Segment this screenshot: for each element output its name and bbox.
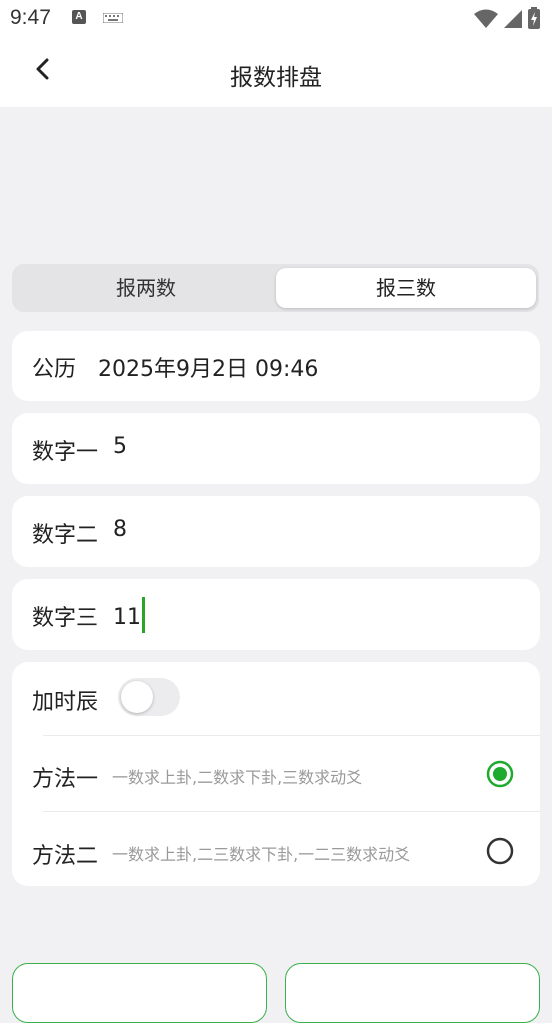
tab-three-numbers[interactable]: 报三数	[276, 268, 536, 308]
number-two-input[interactable]: 8	[113, 517, 127, 542]
options-card: 加时辰 方法一 一数求上卦,二数求下卦,三数求动爻 方法二 一数求上卦,二三数求…	[12, 662, 540, 886]
mode-segmented-control: 报两数 报三数	[12, 264, 539, 312]
status-bar: 9:47 A	[0, 0, 552, 38]
tab-two-numbers[interactable]: 报两数	[16, 268, 276, 308]
method-one-label: 方法一	[32, 767, 99, 792]
bottom-left-button[interactable]	[12, 963, 267, 1023]
method-one-description: 一数求上卦,二数求下卦,三数求动爻	[112, 768, 363, 787]
number-three-input[interactable]: 11	[113, 605, 141, 630]
calendar-card[interactable]: 公历 2025年9月2日 09:46	[12, 331, 540, 401]
status-right-icons	[473, 7, 540, 33]
add-hour-toggle[interactable]	[118, 678, 180, 716]
battery-icon	[528, 7, 540, 29]
number-one-input[interactable]: 5	[113, 434, 127, 459]
status-time: 9:47	[10, 6, 51, 29]
wifi-icon	[473, 9, 498, 28]
number-one-card[interactable]: 数字一 5	[12, 413, 540, 484]
number-one-label: 数字一	[32, 440, 99, 465]
number-three-card[interactable]: 数字三 11	[12, 579, 540, 650]
page-title: 报数排盘	[230, 65, 322, 91]
signal-icon	[503, 10, 522, 28]
app-header: 报数排盘	[0, 38, 552, 107]
number-two-label: 数字二	[32, 523, 99, 548]
method-one-radio-selected-icon[interactable]	[486, 760, 514, 788]
number-two-card[interactable]: 数字二 8	[12, 496, 540, 567]
toggle-knob	[121, 681, 153, 713]
number-three-label: 数字三	[32, 606, 99, 631]
notification-a-icon: A	[72, 10, 86, 24]
keyboard-icon	[103, 13, 123, 23]
method-two-radio-icon[interactable]	[486, 837, 514, 865]
divider	[43, 811, 540, 812]
method-two-label: 方法二	[32, 844, 99, 869]
method-two-description: 一数求上卦,二三数求下卦,一二三数求动爻	[112, 845, 411, 864]
bottom-right-button[interactable]	[285, 963, 540, 1023]
calendar-label: 公历	[32, 357, 77, 382]
add-hour-label: 加时辰	[32, 690, 99, 715]
calendar-value[interactable]: 2025年9月2日 09:46	[98, 351, 318, 383]
divider	[43, 735, 540, 736]
text-cursor	[142, 597, 145, 633]
number-three-field[interactable]: 11	[113, 597, 145, 636]
